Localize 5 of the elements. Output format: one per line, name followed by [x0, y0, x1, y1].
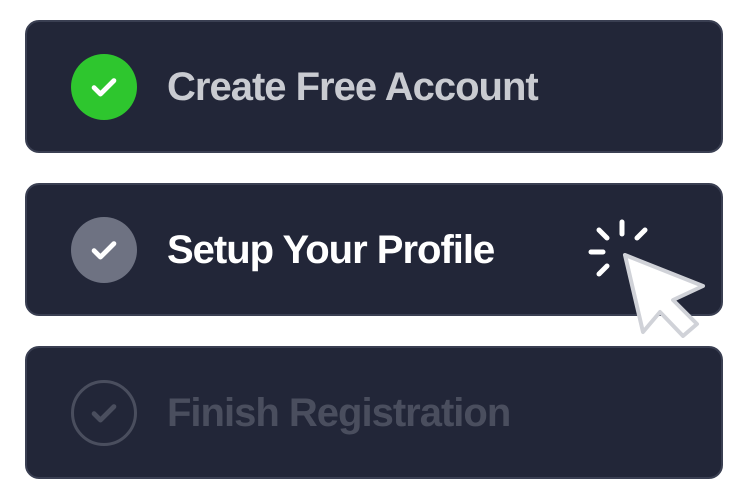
check-icon [71, 380, 137, 446]
step-card[interactable]: Setup Your Profile [25, 183, 723, 316]
step-card[interactable]: Create Free Account [25, 20, 723, 153]
step-label: Create Free Account [167, 64, 538, 110]
step-label: Setup Your Profile [167, 226, 494, 274]
